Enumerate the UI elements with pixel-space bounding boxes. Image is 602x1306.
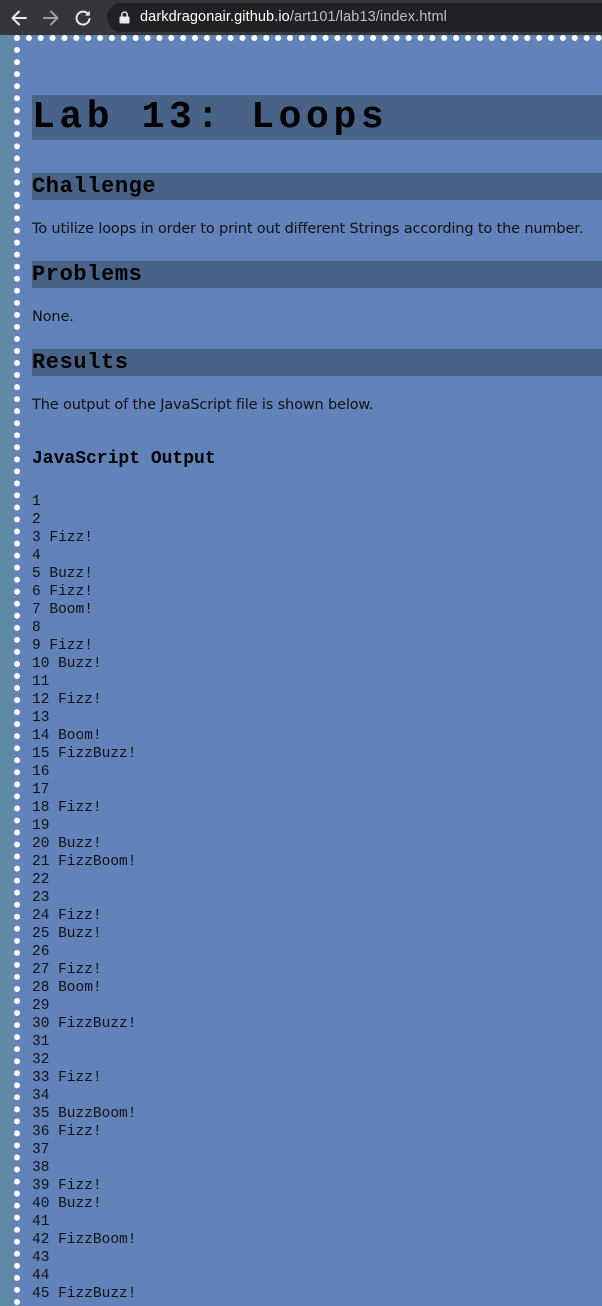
- output-line: 20 Buzz!: [32, 836, 102, 852]
- output-line: 35 BuzzBoom!: [32, 1106, 137, 1122]
- output-line: 34: [32, 1088, 50, 1104]
- output-line: 23: [32, 890, 50, 906]
- output-line: 36 Fizz!: [32, 1124, 102, 1140]
- output-line: 43: [32, 1250, 50, 1266]
- output-line: 6 Fizz!: [32, 584, 93, 600]
- output-line: 14 Boom!: [32, 728, 102, 744]
- output-line: 17: [32, 782, 50, 798]
- output-line: 29: [32, 998, 50, 1014]
- output-line: 27 Fizz!: [32, 962, 102, 978]
- challenge-text: To utilize loops in order to print out d…: [32, 221, 584, 237]
- javascript-output: 1 2 3 Fizz! 4 5 Buzz! 6 Fizz! 7 Boom! 8 9 Fizz! 1…: [32, 493, 136, 1303]
- section-heading-results: Results: [32, 349, 602, 376]
- output-line: 30 FizzBuzz!: [32, 1016, 137, 1032]
- output-line: 18 Fizz!: [32, 800, 102, 816]
- problems-text: None.: [32, 309, 74, 325]
- output-line: 2: [32, 512, 41, 528]
- output-line: 39 Fizz!: [32, 1178, 102, 1194]
- output-line: 21 FizzBoom!: [32, 854, 137, 870]
- output-line: 16: [32, 764, 50, 780]
- lock-icon[interactable]: [119, 11, 130, 24]
- output-line: 32: [32, 1052, 50, 1068]
- output-line: 41: [32, 1214, 50, 1230]
- address-bar[interactable]: darkdragonair.github.io/art101/lab13/ind…: [107, 3, 602, 32]
- output-line: 12 Fizz!: [32, 692, 102, 708]
- output-line: 38: [32, 1160, 50, 1176]
- page-body: Lab 13: Loops Challenge To utilize loops…: [14, 35, 602, 1306]
- output-line: 7 Boom!: [32, 602, 93, 618]
- section-heading-problems: Problems: [32, 261, 602, 288]
- output-line: 45 FizzBuzz!: [32, 1286, 137, 1302]
- results-text: The output of the JavaScript file is sho…: [32, 397, 374, 413]
- output-line: 9 Fizz!: [32, 638, 93, 654]
- output-line: 24 Fizz!: [32, 908, 102, 924]
- url-path: /art101/lab13/index.html: [289, 9, 447, 25]
- reload-button[interactable]: [70, 5, 96, 31]
- browser-toolbar: darkdragonair.github.io/art101/lab13/ind…: [0, 0, 602, 35]
- output-line: 11: [32, 674, 50, 690]
- output-title: JavaScript Output: [32, 449, 216, 469]
- output-line: 28 Boom!: [32, 980, 102, 996]
- output-line: 1: [32, 494, 41, 510]
- page-title: Lab 13: Loops: [32, 95, 602, 140]
- arrow-left-icon: [11, 10, 27, 26]
- output-line: 31: [32, 1034, 50, 1050]
- section-heading-challenge: Challenge: [32, 173, 602, 200]
- reload-icon: [75, 10, 91, 26]
- forward-button[interactable]: [38, 5, 64, 31]
- output-line: 15 FizzBuzz!: [32, 746, 137, 762]
- output-line: 3 Fizz!: [32, 530, 93, 546]
- output-line: 5 Buzz!: [32, 566, 93, 582]
- output-line: 37: [32, 1142, 50, 1158]
- output-line: 42 FizzBoom!: [32, 1232, 137, 1248]
- output-line: 44: [32, 1268, 50, 1284]
- arrow-right-icon: [43, 10, 59, 26]
- output-line: 25 Buzz!: [32, 926, 102, 942]
- output-line: 13: [32, 710, 50, 726]
- output-line: 40 Buzz!: [32, 1196, 102, 1212]
- back-button[interactable]: [6, 5, 32, 31]
- output-line: 4: [32, 548, 41, 564]
- output-line: 10 Buzz!: [32, 656, 102, 672]
- output-line: 33 Fizz!: [32, 1070, 102, 1086]
- output-line: 19: [32, 818, 50, 834]
- output-line: 26: [32, 944, 50, 960]
- output-line: 22: [32, 872, 50, 888]
- url-text: darkdragonair.github.io/art101/lab13/ind…: [140, 9, 447, 25]
- url-host: darkdragonair.github.io: [140, 9, 290, 25]
- output-line: 8: [32, 620, 41, 636]
